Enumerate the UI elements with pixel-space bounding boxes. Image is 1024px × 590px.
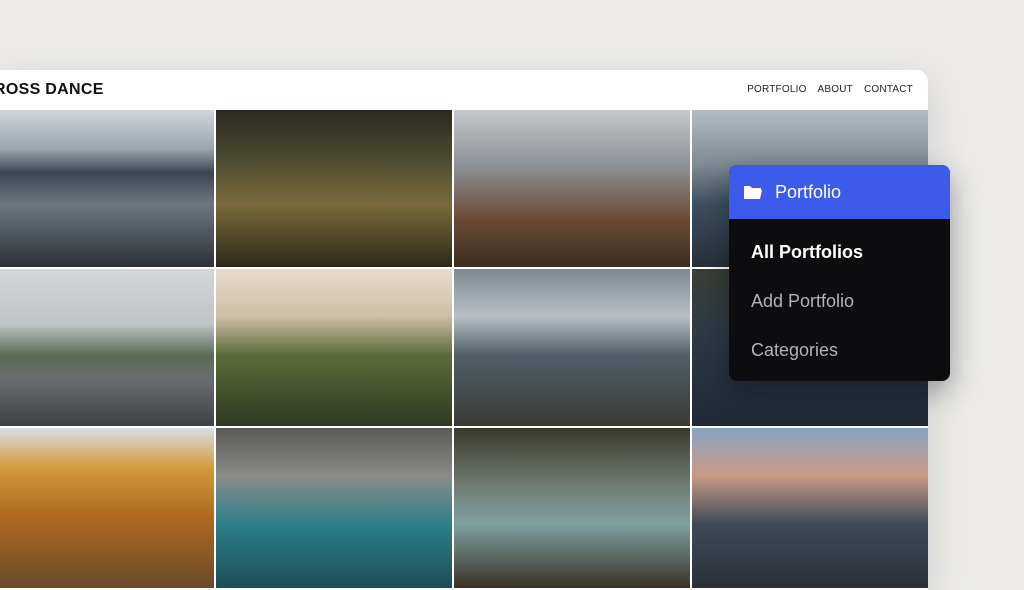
site-nav: PORTFOLIO ABOUT CONTACT [747, 84, 913, 95]
menu-item-add-portfolio[interactable]: Add Portfolio [729, 277, 950, 326]
photo-couple-forest-embrace[interactable] [216, 110, 452, 267]
site-header: ROSS DANCE PORTFOLIO ABOUT CONTACT [0, 70, 928, 110]
portfolio-menu-title: Portfolio [775, 181, 842, 202]
photo-couple-camper-van-mountains[interactable] [692, 428, 928, 588]
menu-item-all-portfolios[interactable]: All Portfolios [729, 228, 950, 277]
photo-couple-winter-dock[interactable] [454, 269, 690, 426]
nav-link-contact[interactable]: CONTACT [864, 84, 913, 95]
menu-item-categories[interactable]: Categories [729, 326, 950, 375]
photo-couple-autumn-trees[interactable] [0, 428, 214, 588]
photo-couple-city-rooftop[interactable] [454, 110, 690, 267]
photo-couple-snowy-road[interactable] [0, 269, 214, 426]
nav-link-about[interactable]: ABOUT [818, 84, 853, 95]
photo-couple-field-laughing[interactable] [216, 269, 452, 426]
photo-couple-waterfall-canyon[interactable] [454, 428, 690, 588]
portfolio-menu-header[interactable]: Portfolio [729, 165, 950, 219]
photo-couple-mountain-lake[interactable] [0, 110, 214, 267]
folder-open-icon [744, 186, 762, 199]
portfolio-menu: Portfolio All Portfolios Add Portfolio C… [729, 165, 950, 381]
site-logo[interactable]: ROSS DANCE [0, 81, 104, 99]
photo-couple-river-rocks[interactable] [216, 428, 452, 588]
nav-link-portfolio[interactable]: PORTFOLIO [747, 84, 806, 95]
